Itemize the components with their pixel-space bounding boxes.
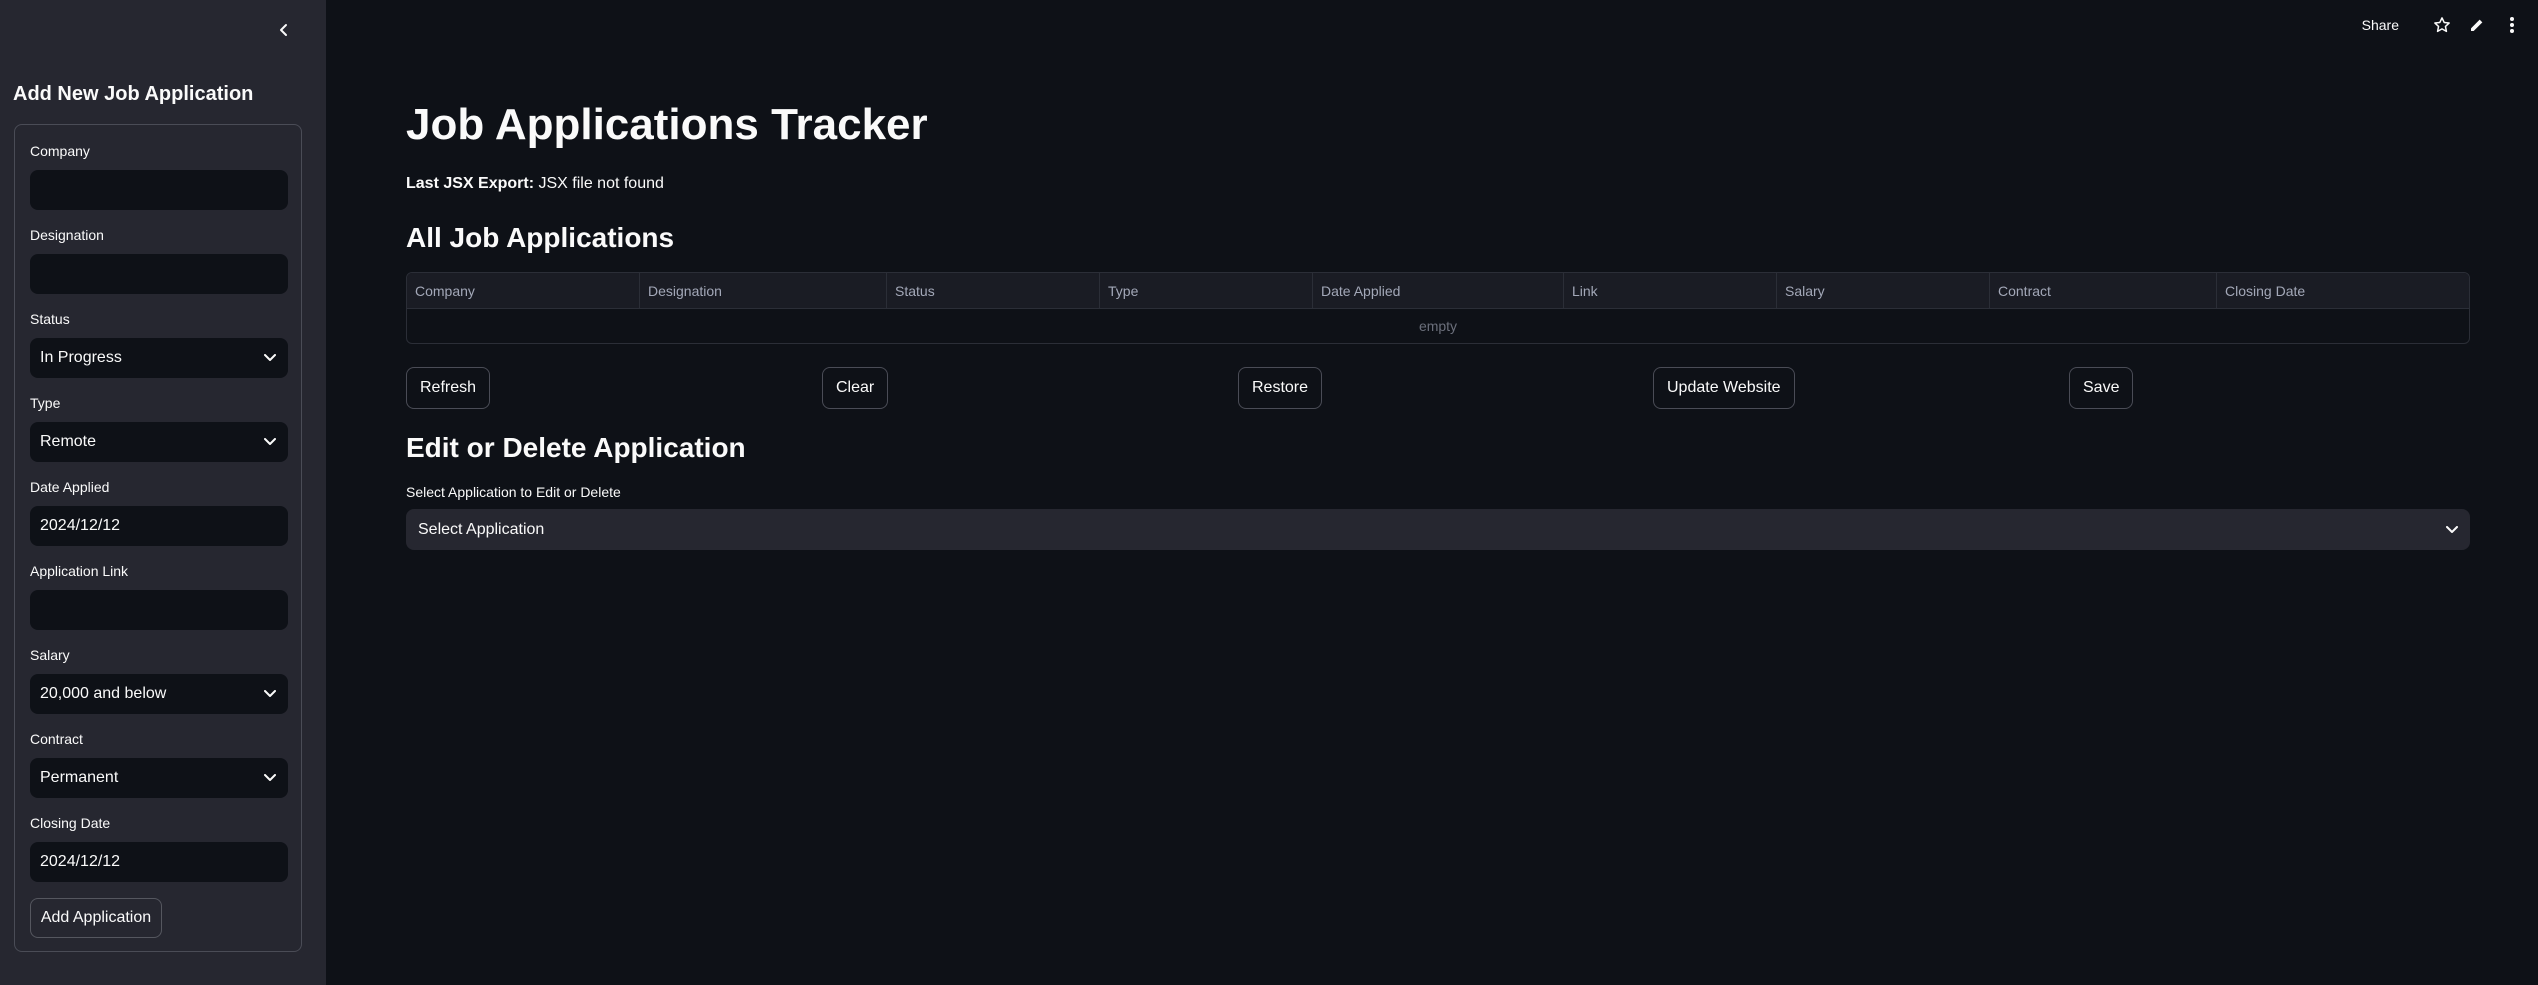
star-icon[interactable] — [2430, 13, 2454, 37]
column-header-company[interactable]: Company — [407, 273, 640, 309]
type-field-group: Type Remote — [30, 393, 288, 462]
application-link-field-group: Application Link — [30, 561, 288, 630]
page-title: Job Applications Tracker — [406, 100, 928, 149]
chevron-down-icon — [264, 354, 276, 361]
column-header-date-applied[interactable]: Date Applied — [1313, 273, 1564, 309]
date-applied-field-group: Date Applied 2024/12/12 — [30, 477, 288, 546]
chevron-down-icon — [264, 438, 276, 445]
edit-delete-heading: Edit or Delete Application — [406, 432, 746, 463]
designation-input[interactable] — [30, 254, 288, 294]
contract-label: Contract — [30, 731, 83, 747]
application-link-label: Application Link — [30, 563, 129, 579]
chevron-left-icon — [280, 24, 287, 36]
type-label: Type — [30, 395, 61, 411]
company-input[interactable] — [30, 170, 288, 210]
chevron-down-icon — [264, 774, 276, 781]
table-empty-message: empty — [1418, 318, 1458, 334]
column-header-contract[interactable]: Contract — [1990, 273, 2217, 309]
salary-select-value: 20,000 and below — [40, 685, 167, 702]
type-select[interactable]: Remote — [30, 422, 288, 462]
kebab-menu-icon[interactable] — [2500, 13, 2524, 37]
top-toolbar: Share — [2362, 12, 2524, 38]
sidebar: Add New Job Application Company Designat… — [0, 0, 326, 985]
date-applied-value: 2024/12/12 — [40, 517, 121, 534]
type-select-value: Remote — [40, 433, 97, 450]
select-application-label: Select Application to Edit or Delete — [406, 484, 621, 500]
all-applications-heading: All Job Applications — [406, 222, 675, 253]
date-applied-input[interactable]: 2024/12/12 — [30, 506, 288, 546]
column-header-salary[interactable]: Salary — [1777, 273, 1990, 309]
date-applied-label: Date Applied — [30, 479, 110, 495]
add-application-button[interactable]: Add Application — [30, 898, 162, 938]
salary-field-group: Salary 20,000 and below — [30, 645, 288, 714]
applications-table[interactable]: Company Designation Status Type Date App… — [406, 272, 2470, 344]
select-application-value: Select Application — [418, 520, 545, 538]
column-header-status[interactable]: Status — [887, 273, 1100, 309]
jsx-export-label: Last JSX Export: — [406, 175, 535, 192]
save-button[interactable]: Save — [2069, 367, 2134, 409]
status-label: Status — [30, 311, 70, 327]
sidebar-title: Add New Job Application — [13, 83, 254, 105]
update-website-button[interactable]: Update Website — [1653, 367, 1795, 409]
status-select-value: In Progress — [40, 349, 122, 366]
refresh-button[interactable]: Refresh — [406, 367, 491, 409]
contract-select-value: Permanent — [40, 769, 119, 786]
company-label: Company — [30, 143, 90, 159]
designation-label: Designation — [30, 227, 104, 243]
status-select[interactable]: In Progress — [30, 338, 288, 378]
closing-date-input[interactable]: 2024/12/12 — [30, 842, 288, 882]
column-header-closing-date[interactable]: Closing Date — [2217, 273, 2469, 309]
clear-button[interactable]: Clear — [822, 367, 889, 409]
column-header-designation[interactable]: Designation — [640, 273, 887, 309]
closing-date-value: 2024/12/12 — [40, 853, 121, 870]
application-link-input[interactable] — [30, 590, 288, 630]
collapse-sidebar-button[interactable] — [270, 16, 298, 44]
company-field-group: Company — [30, 141, 288, 210]
column-header-link[interactable]: Link — [1564, 273, 1777, 309]
designation-field-group: Designation — [30, 225, 288, 294]
restore-button[interactable]: Restore — [1238, 367, 1323, 409]
column-header-type[interactable]: Type — [1100, 273, 1313, 309]
status-field-group: Status In Progress — [30, 309, 288, 378]
contract-field-group: Contract Permanent — [30, 729, 288, 798]
add-application-form: Company Designation Status In Progress T… — [14, 124, 302, 952]
jsx-export-value: JSX file not found — [538, 175, 664, 192]
table-header: Company Designation Status Type Date App… — [407, 273, 2469, 309]
select-application-dropdown[interactable]: Select Application — [406, 509, 2470, 550]
contract-select[interactable]: Permanent — [30, 758, 288, 798]
jsx-export-status: Last JSX Export: JSX file not found — [406, 175, 664, 193]
chevron-down-icon — [264, 690, 276, 697]
salary-label: Salary — [30, 647, 70, 663]
share-button[interactable]: Share — [2362, 17, 2399, 33]
chevron-down-icon — [2446, 525, 2458, 533]
salary-select[interactable]: 20,000 and below — [30, 674, 288, 714]
closing-date-label: Closing Date — [30, 815, 111, 831]
pencil-icon[interactable] — [2465, 13, 2489, 37]
closing-date-field-group: Closing Date 2024/12/12 — [30, 813, 288, 882]
